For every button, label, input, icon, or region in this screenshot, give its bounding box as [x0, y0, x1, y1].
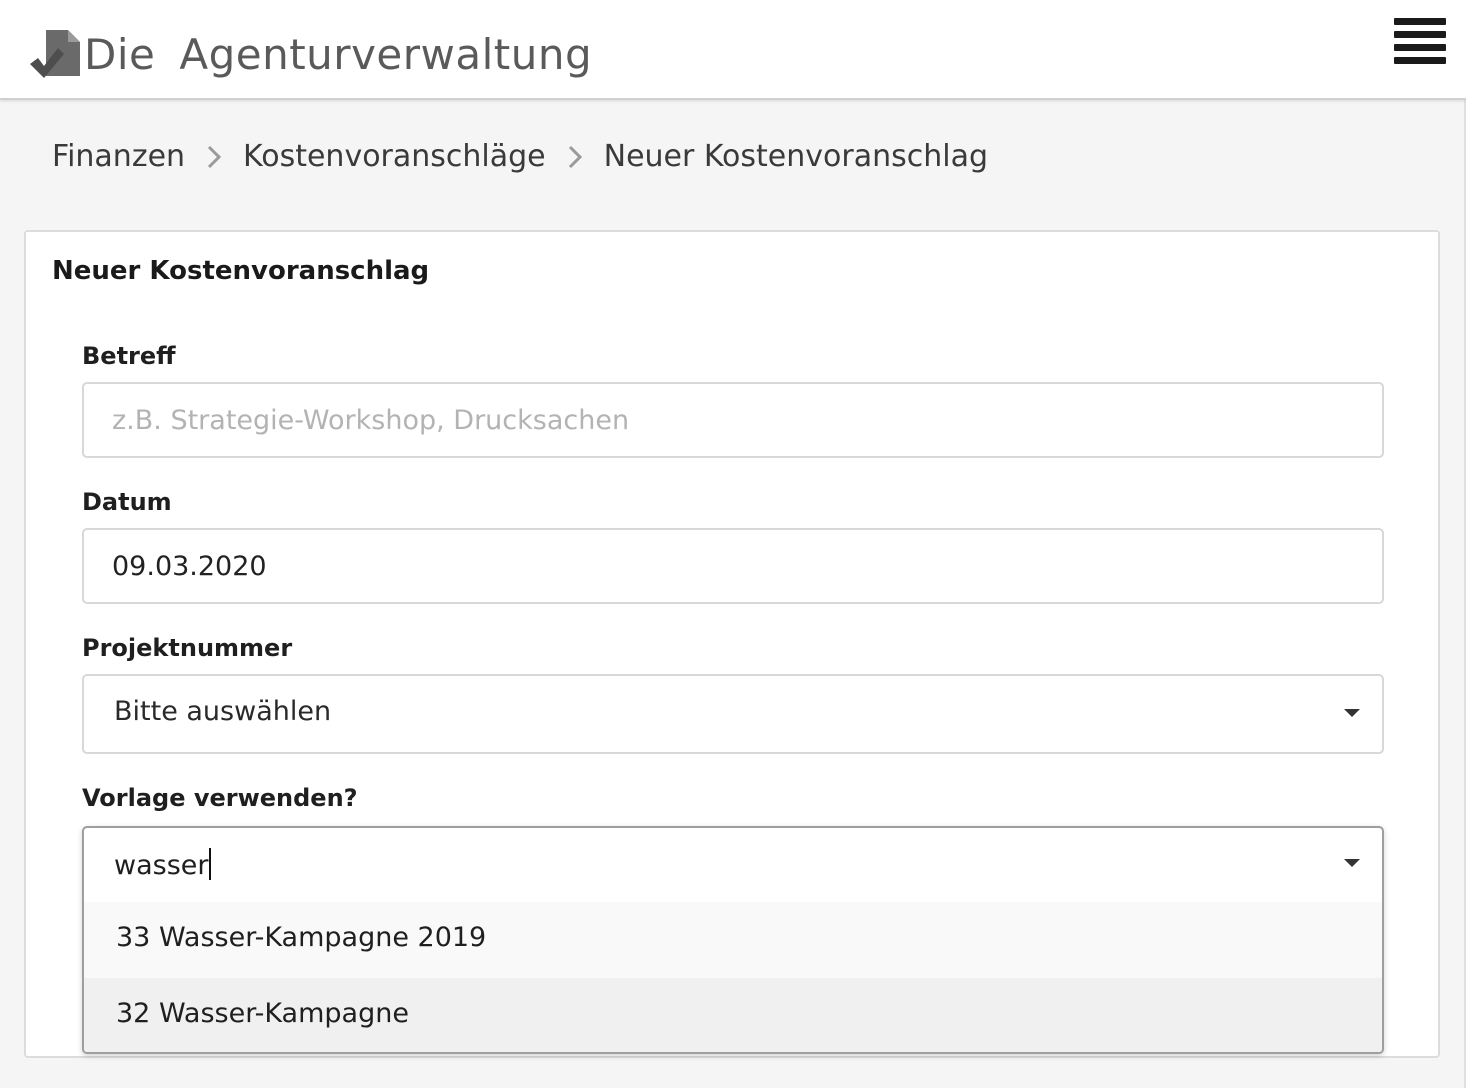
vorlage-label: Vorlage verwenden? — [82, 784, 358, 812]
vorlage-search-text: wasser — [114, 848, 212, 881]
form-panel: Neuer Kostenvoranschlag Betreff Datum Pr… — [24, 230, 1440, 1058]
datum-label: Datum — [82, 488, 172, 516]
panel-title: Neuer Kostenvoranschlag — [52, 256, 430, 286]
projektnummer-selected-value: Bitte auswählen — [114, 696, 332, 727]
text-cursor — [209, 848, 212, 880]
vorlage-search-input[interactable]: wasser — [84, 828, 1382, 902]
breadcrumb: Finanzen Kostenvoranschläge Neuer Kosten… — [52, 136, 988, 176]
breadcrumb-item-kostenvoranschlaege[interactable]: Kostenvoranschläge — [243, 139, 546, 174]
app-logo[interactable]: Die Agenturverwaltung — [28, 22, 592, 82]
vorlage-option-label: 32 Wasser-Kampagne — [116, 998, 409, 1029]
document-check-logo-icon — [28, 24, 82, 80]
vorlage-combobox[interactable]: wasser 33 Wasser-Kampagne 2019 32 Wasser… — [82, 826, 1384, 1054]
breadcrumb-item-current: Neuer Kostenvoranschlag — [603, 138, 989, 174]
vorlage-option[interactable]: 32 Wasser-Kampagne — [84, 978, 1382, 1052]
panel-header: Neuer Kostenvoranschlag — [26, 232, 1438, 312]
chevron-right-icon — [185, 139, 243, 174]
caret-down-icon — [1344, 709, 1360, 717]
betreff-input[interactable] — [82, 382, 1384, 458]
top-bar: Die Agenturverwaltung — [0, 0, 1466, 100]
hamburger-menu-icon[interactable] — [1394, 18, 1446, 72]
app-name-part-2: Agenturverwaltung — [179, 29, 593, 79]
chevron-right-icon — [546, 139, 604, 174]
app-name: Die Agenturverwaltung — [84, 30, 592, 79]
projektnummer-label: Projektnummer — [82, 634, 293, 662]
app-name-part-1: Die — [84, 29, 156, 79]
vorlage-search-value: wasser — [114, 850, 209, 881]
vorlage-option-label: 33 Wasser-Kampagne 2019 — [116, 922, 487, 953]
datum-input[interactable] — [82, 528, 1384, 604]
caret-down-icon — [1344, 859, 1360, 867]
breadcrumb-item-finanzen[interactable]: Finanzen — [52, 139, 185, 174]
betreff-label: Betreff — [82, 342, 176, 370]
projektnummer-select[interactable]: Bitte auswählen — [82, 674, 1384, 754]
vorlage-option[interactable]: 33 Wasser-Kampagne 2019 — [84, 902, 1382, 978]
